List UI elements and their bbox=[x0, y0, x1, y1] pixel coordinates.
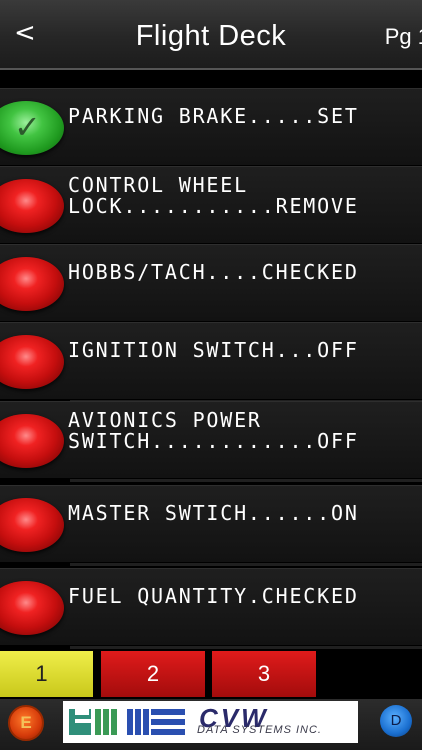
checklist-item-label: HOBBS/TACH....CHECKED bbox=[68, 260, 359, 284]
page-indicator: Pg 1 bbox=[384, 24, 422, 49]
checkmark-icon: ✓ bbox=[14, 108, 41, 146]
checklist-item-label: PARKING BRAKE.....SET bbox=[68, 104, 359, 128]
app-header: < Flight Deck Pg 1 bbox=[0, 0, 422, 70]
tab-page-2[interactable]: 2 bbox=[101, 651, 205, 697]
status-indicator-unchecked[interactable] bbox=[0, 414, 64, 468]
page-tabs: 1 2 3 bbox=[0, 651, 422, 698]
logo-mark-icon bbox=[69, 709, 185, 735]
tab-page-3[interactable]: 3 bbox=[212, 651, 316, 697]
footer-bar: E CVW DATA SYSTEMS INC. D bbox=[0, 699, 422, 750]
checklist-item-hobbs-tach[interactable]: HOBBS/TACH....CHECKED bbox=[0, 244, 422, 325]
info-button[interactable]: D bbox=[380, 705, 412, 737]
checklist-item-ignition-switch[interactable]: IGNITION SWITCH...OFF bbox=[0, 322, 422, 403]
emergency-button[interactable]: E bbox=[8, 705, 44, 741]
checklist-item-label: FUEL QUANTITY.CHECKED bbox=[68, 584, 359, 608]
status-indicator-unchecked[interactable] bbox=[0, 581, 64, 635]
checklist-item-master-switch[interactable]: MASTER SWTICH......ON bbox=[0, 485, 422, 566]
company-logo: CVW DATA SYSTEMS INC. bbox=[63, 701, 358, 743]
page-title: Flight Deck bbox=[135, 20, 287, 52]
status-indicator-unchecked[interactable] bbox=[0, 335, 64, 389]
checklist-item-label: CONTROL WHEEL LOCK...........REMOVE bbox=[68, 173, 359, 218]
checklist-item-fuel-quantity[interactable]: FUEL QUANTITY.CHECKED bbox=[0, 568, 422, 649]
logo-subtext: DATA SYSTEMS INC. bbox=[197, 724, 322, 736]
checklist-item-control-wheel-lock[interactable]: CONTROL WHEEL LOCK...........REMOVE bbox=[0, 166, 422, 247]
checklist-item-avionics-power[interactable]: AVIONICS POWER SWITCH............OFF bbox=[0, 401, 422, 482]
status-indicator-checked[interactable]: ✓ bbox=[0, 101, 64, 155]
checklist-item-label: AVIONICS POWER SWITCH............OFF bbox=[68, 408, 359, 453]
status-indicator-unchecked[interactable] bbox=[0, 498, 64, 552]
checklist-item-parking-brake[interactable]: ✓ PARKING BRAKE.....SET bbox=[0, 88, 422, 169]
status-indicator-unchecked[interactable] bbox=[0, 257, 64, 311]
tab-page-1[interactable]: 1 bbox=[0, 651, 93, 697]
checklist-item-label: IGNITION SWITCH...OFF bbox=[68, 338, 359, 362]
checklist-item-label: MASTER SWTICH......ON bbox=[68, 501, 359, 525]
status-indicator-unchecked[interactable] bbox=[0, 179, 64, 233]
